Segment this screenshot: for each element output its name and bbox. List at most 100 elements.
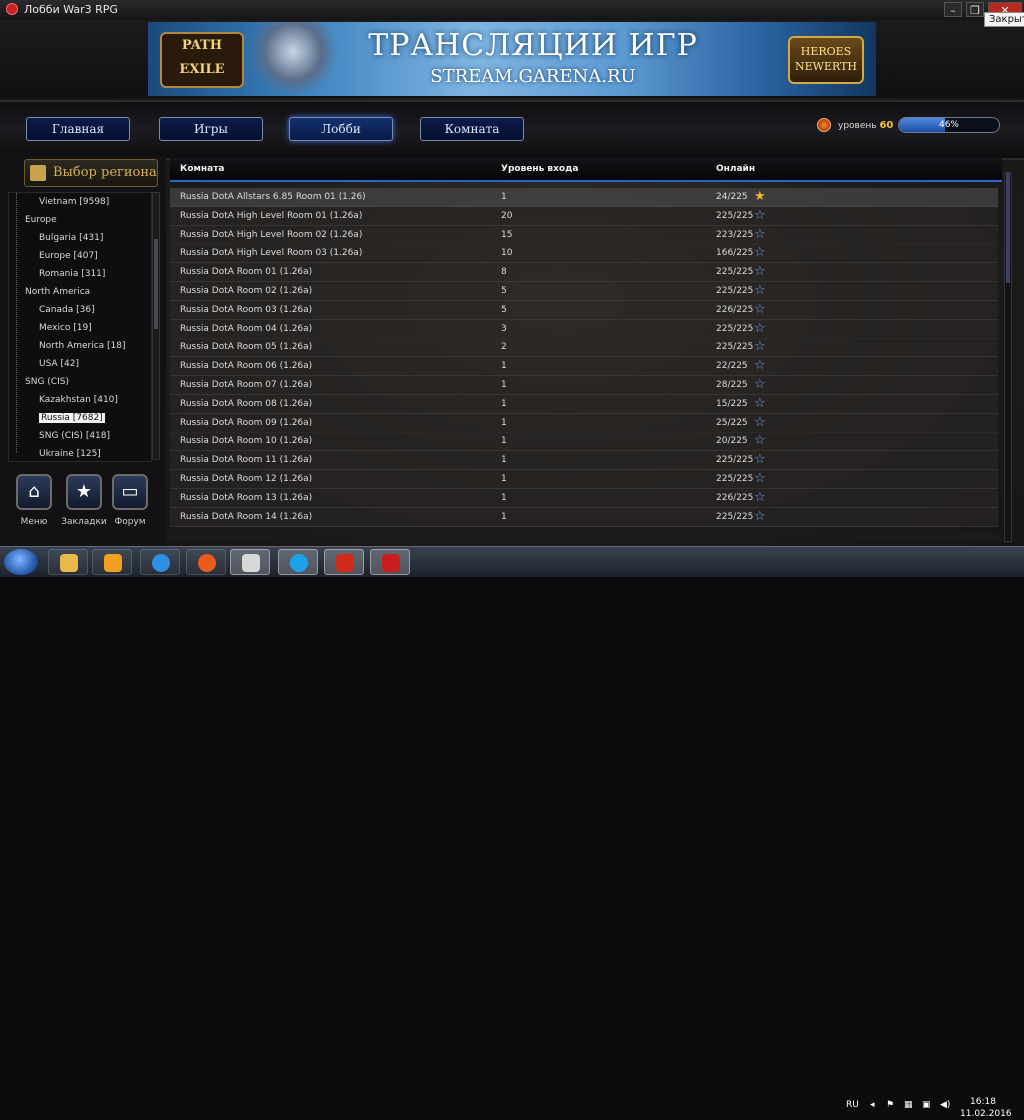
star-icon[interactable]: ☆ — [754, 321, 766, 336]
hero-art — [248, 22, 338, 96]
forum-button[interactable]: ▭ — [112, 474, 148, 510]
star-icon[interactable]: ☆ — [754, 264, 766, 279]
region-scrollbar[interactable] — [152, 192, 160, 460]
table-row[interactable]: Russia DotA High Level Room 02 (1.26a) 15… — [170, 225, 998, 245]
star-icon[interactable]: ☆ — [754, 509, 766, 524]
entry-level: 2 — [501, 342, 507, 353]
scroll-thumb[interactable] — [154, 239, 158, 329]
star-icon[interactable]: ☆ — [754, 283, 766, 298]
room-name: Russia DotA Room 09 (1.26a) — [180, 417, 313, 428]
region-selector-header[interactable]: Выбор региона — [24, 159, 158, 187]
table-row[interactable]: Russia DotA High Level Room 01 (1.26a) 20… — [170, 206, 998, 226]
folder-taskbar-button[interactable] — [48, 549, 88, 575]
app-logo-icon — [6, 3, 18, 15]
star-icon[interactable]: ☆ — [754, 396, 766, 411]
table-row[interactable]: Russia DotA Room 06 (1.26a) 1 22/225 ☆ — [170, 357, 998, 377]
tree-item[interactable]: Europe [407] — [39, 251, 98, 261]
column-header[interactable]: Уровень входа — [501, 164, 578, 174]
tree-item[interactable]: Europe — [25, 215, 57, 225]
region-title: Выбор региона — [53, 165, 157, 180]
entry-level: 10 — [501, 248, 513, 259]
internet-explorer-taskbar-button[interactable] — [140, 549, 180, 575]
star-icon[interactable]: ☆ — [754, 377, 766, 392]
star-icon[interactable]: ☆ — [754, 302, 766, 317]
window-title: Лобби War3 RPG — [24, 3, 118, 16]
column-header[interactable]: Онлайн — [716, 164, 755, 174]
star-icon[interactable]: ☆ — [754, 339, 766, 354]
media-player-taskbar-button[interactable] — [92, 549, 132, 575]
entry-level: 1 — [501, 492, 507, 503]
star-icon[interactable]: ☆ — [754, 471, 766, 486]
table-row[interactable]: Russia DotA Allstars 6.85 Room 01 (1.26)… — [170, 188, 998, 207]
menu-button[interactable]: ⌂ — [16, 474, 52, 510]
tree-item[interactable]: Ukraine [125] — [39, 449, 101, 459]
tree-item[interactable]: Vietnam [9598] — [39, 197, 109, 207]
star-icon[interactable]: ☆ — [754, 245, 766, 260]
tray-flag-icon[interactable]: ⚑ — [886, 1100, 894, 1110]
tray-monitor-icon[interactable]: ▣ — [922, 1100, 931, 1110]
garena-talk-icon — [336, 554, 354, 572]
star-icon[interactable]: ☆ — [754, 452, 766, 467]
table-row[interactable]: Russia DotA Room 08 (1.26a) 1 15/225 ☆ — [170, 394, 998, 414]
tree-item[interactable]: Canada [36] — [39, 305, 95, 315]
tab-3[interactable]: Комната — [420, 117, 524, 141]
tree-item[interactable]: SNG (CIS) — [25, 377, 69, 387]
table-row[interactable]: Russia DotA Room 04 (1.26a) 3 225/225 ☆ — [170, 319, 998, 339]
room-list-scrollbar[interactable] — [1004, 172, 1012, 542]
room-name: Russia DotA Room 03 (1.26a) — [180, 304, 313, 315]
tab-0[interactable]: Главная — [26, 117, 130, 141]
tray-arrow-icon[interactable]: ◂ — [870, 1100, 875, 1110]
network-icon[interactable]: ▦ — [904, 1100, 913, 1110]
scroll-thumb[interactable] — [1006, 173, 1010, 283]
volume-icon[interactable]: ◀) — [940, 1100, 950, 1110]
tab-1[interactable]: Игры — [159, 117, 263, 141]
tree-item[interactable]: North America — [25, 287, 90, 297]
table-row[interactable]: Russia DotA Room 03 (1.26a) 5 226/225 ☆ — [170, 300, 998, 320]
star-icon[interactable]: ★ — [754, 189, 766, 204]
table-row[interactable]: Russia DotA High Level Room 03 (1.26a) 10… — [170, 244, 998, 264]
online-count: 225/225 — [716, 455, 754, 466]
horizontal-scrollbar[interactable] — [170, 534, 1002, 540]
start-button[interactable] — [4, 549, 38, 575]
room-list: Комната Уровень входа Онлайн Russia DotA A… — [170, 158, 1014, 542]
skype-taskbar-button[interactable] — [278, 549, 318, 575]
table-row[interactable]: Russia DotA Room 02 (1.26a) 5 225/225 ☆ — [170, 282, 998, 301]
language-indicator[interactable]: RU — [846, 1100, 859, 1110]
minimize-button[interactable]: – — [944, 2, 962, 17]
star-icon[interactable]: ☆ — [754, 415, 766, 430]
clock[interactable]: 16:18 11.02.2016 — [960, 1096, 1012, 1120]
garena-plus-taskbar-button[interactable] — [370, 549, 410, 575]
tree-item[interactable]: Bulgaria [431] — [39, 233, 103, 243]
table-row[interactable]: Russia DotA Room 09 (1.26a) 1 25/225 ☆ — [170, 413, 998, 433]
table-row[interactable]: Russia DotA Room 11 (1.26a) 1 225/225 ☆ — [170, 451, 998, 471]
maximize-button[interactable]: ❐ — [966, 2, 984, 17]
table-row[interactable]: Russia DotA Room 14 (1.26a) 1 225/225 ☆ — [170, 507, 998, 527]
table-row[interactable]: Russia DotA Room 01 (1.26a) 8 225/225 ☆ — [170, 263, 998, 283]
table-row[interactable]: Russia DotA Room 12 (1.26a) 1 225/225 ☆ — [170, 470, 998, 489]
table-row[interactable]: Russia DotA Room 07 (1.26a) 1 28/225 ☆ — [170, 376, 998, 395]
star-icon[interactable]: ☆ — [754, 358, 766, 373]
tree-item[interactable]: Russia [7682] — [39, 413, 105, 423]
star-icon[interactable]: ☆ — [754, 490, 766, 505]
garena-talk-taskbar-button[interactable] — [324, 549, 364, 575]
star-icon[interactable]: ☆ — [754, 208, 766, 223]
star-icon[interactable]: ☆ — [754, 433, 766, 448]
bookmarks-button[interactable]: ★ — [66, 474, 102, 510]
column-header[interactable]: Комната — [180, 164, 224, 174]
ad-banner[interactable]: PATH EXILE ТРАНСЛЯЦИИ ИГР STREAM.GARENA.R… — [148, 22, 876, 96]
tree-item[interactable]: Kazakhstan [410] — [39, 395, 118, 405]
tree-item[interactable]: Romania [311] — [39, 269, 105, 279]
table-row[interactable]: Russia DotA Room 05 (1.26a) 2 225/225 ☆ — [170, 338, 998, 358]
star-icon[interactable]: ☆ — [754, 227, 766, 242]
online-count: 226/225 — [716, 492, 754, 503]
table-row[interactable]: Russia DotA Room 13 (1.26a) 1 226/225 ☆ — [170, 488, 998, 508]
garena-taskbar-button[interactable] — [230, 549, 270, 575]
tree-item[interactable]: North America [18] — [39, 341, 126, 351]
tree-item[interactable]: SNG (CIS) [418] — [39, 431, 110, 441]
tree-item[interactable]: Mexico [19] — [39, 323, 92, 333]
entry-level: 1 — [501, 417, 507, 428]
tab-2[interactable]: Лобби — [289, 117, 393, 141]
tree-item[interactable]: USA [42] — [39, 359, 79, 369]
firefox-taskbar-button[interactable] — [186, 549, 226, 575]
table-row[interactable]: Russia DotA Room 10 (1.26a) 1 20/225 ☆ — [170, 432, 998, 452]
